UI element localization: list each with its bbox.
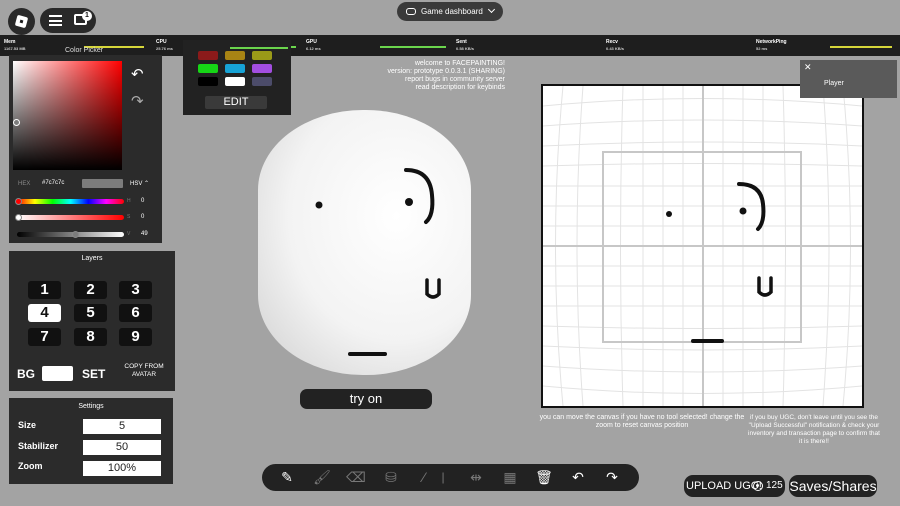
roblox-logo-icon	[14, 14, 29, 29]
undo-arrow-icon[interactable]: ↶	[131, 65, 144, 83]
palette-swatch[interactable]	[252, 51, 272, 60]
layers-title: Layers	[81, 255, 103, 262]
saturation-value-field[interactable]	[13, 61, 122, 170]
saturation-knob[interactable]	[15, 214, 22, 221]
hue-slider[interactable]	[15, 198, 124, 205]
size-label: Size	[18, 420, 37, 430]
upload-ugc-button[interactable]: UPLOAD UGC! 125	[684, 475, 785, 497]
palette-swatch[interactable]	[252, 64, 272, 73]
layer-button[interactable]: 5	[74, 304, 107, 322]
upload-price: 125	[766, 480, 783, 491]
sv-cursor[interactable]	[13, 119, 20, 126]
value-knob[interactable]	[72, 231, 79, 238]
eyedropper-icon[interactable]: ⁄	[412, 467, 436, 488]
palette-accent-line	[230, 47, 288, 49]
edit-palette-button[interactable]: EDIT	[205, 96, 267, 109]
layer-button[interactable]: 2	[74, 281, 107, 299]
stat-recv: Recv 0.43 KB/s	[606, 39, 625, 51]
current-color-swatch	[82, 179, 123, 188]
redo-icon[interactable]: ↷	[600, 467, 624, 488]
close-icon[interactable]: ✕	[804, 62, 812, 73]
stat-bar	[380, 46, 446, 48]
player-panel: ✕ Player	[800, 60, 897, 98]
layer-button[interactable]: 6	[119, 304, 152, 322]
player-label: Player	[824, 80, 844, 87]
drawing-canvas[interactable]	[541, 84, 864, 408]
pencil-icon[interactable]: ✎	[275, 467, 299, 488]
robux-icon	[753, 481, 763, 491]
chat-badge: 1	[82, 11, 92, 21]
eraser-icon[interactable]: ⌫	[344, 467, 368, 488]
stabilizer-label: Stabilizer	[18, 441, 59, 451]
game-dashboard-button[interactable]: Game dashboard	[397, 2, 503, 21]
hamburger-icon[interactable]	[49, 15, 62, 26]
palette-swatch[interactable]	[198, 64, 218, 73]
copy-from-avatar-button[interactable]: COPY FROM AVATAR	[117, 363, 171, 379]
palette-swatch[interactable]	[252, 77, 272, 86]
layer-button[interactable]: 7	[28, 328, 61, 346]
performance-stats-bar: Mem 1167.53 MB CPU 25.76 ms GPU 6.12 ms …	[0, 35, 900, 56]
hue-value: 0	[141, 198, 145, 204]
zoom-input[interactable]: 100%	[83, 461, 161, 476]
layer-button-active[interactable]: 4	[28, 304, 61, 322]
set-bg-button[interactable]: SET	[82, 367, 105, 381]
ugc-warning-text: if you buy UGC, don't leave until you se…	[748, 414, 880, 445]
avatar-head-preview[interactable]	[258, 110, 471, 375]
stat-gpu: GPU 6.12 ms	[302, 35, 450, 56]
hex-label: HEX	[18, 181, 31, 187]
brush-icon[interactable]: 🖌	[310, 467, 334, 488]
color-picker-title: Color Picker	[65, 47, 104, 54]
layer-button[interactable]: 8	[74, 328, 107, 346]
settings-title: Settings	[78, 403, 104, 410]
dashboard-label: Game dashboard	[421, 7, 483, 16]
try-on-button[interactable]: try on	[300, 389, 432, 409]
palette-swatch[interactable]	[225, 51, 245, 60]
trash-icon[interactable]: 🗑	[532, 467, 556, 488]
canvas-hint-text: you can move the canvas if you have no t…	[539, 414, 745, 429]
color-picker-panel: Color Picker ↶ ↷ HEX #7c7c7c HSV ⌃ H 0 S…	[9, 47, 162, 243]
settings-panel: Settings Size 5 Stabilizer 50 Zoom 100%	[9, 398, 173, 484]
stat-ping: NetworkPing 52 ms	[752, 35, 900, 56]
layer-button[interactable]: 3	[119, 281, 152, 299]
canvas-uv-grid	[543, 86, 862, 406]
palette-swatch[interactable]	[198, 51, 218, 60]
redo-arrow-icon[interactable]: ↷	[131, 92, 144, 110]
layer-button[interactable]: 9	[119, 328, 152, 346]
palette-swatch[interactable]	[225, 64, 245, 73]
value-value: 49	[141, 231, 148, 237]
layers-panel: Layers 1 2 3 4 5 6 7 8 9 BG SET COPY FRO…	[9, 251, 175, 391]
stat-bar	[830, 46, 892, 48]
saves-shares-button[interactable]: Saves/Shares	[789, 475, 877, 497]
upload-label: UPLOAD UGC!	[686, 480, 762, 492]
roblox-menu-button[interactable]	[8, 8, 35, 35]
mirror-icon[interactable]: ⇹	[464, 467, 488, 488]
zoom-label: Zoom	[18, 461, 43, 471]
value-slider[interactable]	[17, 231, 124, 238]
palette-swatch[interactable]	[198, 77, 218, 86]
undo-icon[interactable]: ↶	[566, 467, 590, 488]
fill-bucket-icon[interactable]: ⛁	[379, 467, 403, 488]
bg-color-swatch[interactable]	[42, 366, 73, 381]
stabilizer-input[interactable]: 50	[83, 440, 161, 455]
welcome-message: welcome to FACEPAINTING! version: protot…	[387, 60, 506, 91]
bg-label: BG	[17, 367, 35, 381]
color-mode-select[interactable]: HSV ⌃	[130, 180, 149, 187]
head-face-drawing	[315, 168, 441, 356]
chevron-down-icon	[487, 5, 496, 14]
saturation-value: 0	[141, 214, 145, 220]
preset-palette-panel: EDIT	[183, 40, 291, 115]
canvas-icon[interactable]: ▦	[498, 467, 522, 488]
layer-button[interactable]: 1	[28, 281, 61, 299]
gamepad-icon	[406, 8, 416, 15]
stat-sent: Sent 0.58 KB/s	[456, 39, 475, 51]
tool-toolbar: ✎ 🖌 ⌫ ⛁ ⁄ | ⇹ ▦ 🗑 ↶ ↷	[262, 464, 639, 491]
toolbar-divider: |	[441, 470, 445, 484]
palette-swatch[interactable]	[225, 77, 245, 86]
size-input[interactable]: 5	[83, 419, 161, 434]
saturation-slider[interactable]	[15, 214, 124, 221]
menu-chat-pill[interactable]: 1	[40, 8, 96, 33]
hue-knob[interactable]	[15, 198, 22, 205]
hex-input[interactable]: #7c7c7c	[42, 180, 64, 186]
